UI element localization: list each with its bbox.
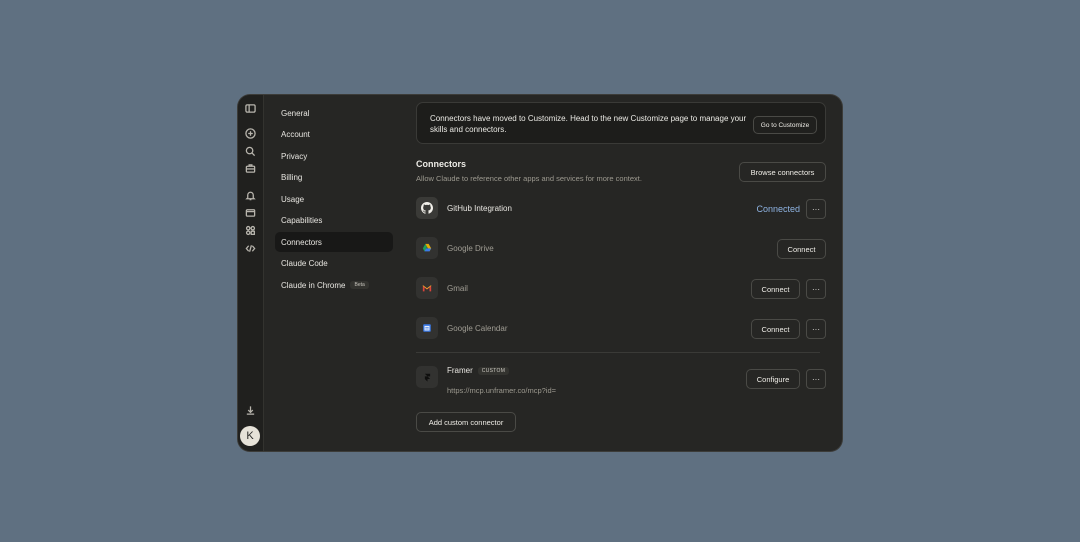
settings-nav: General Account Privacy Billing Usage Ca… (275, 103, 393, 297)
notice-text: Connectors have moved to Customize. Head… (430, 114, 747, 134)
connector-name: Google Drive (447, 244, 494, 253)
connector-row-github: GitHub Integration Connected ··· (416, 197, 826, 221)
avatar[interactable]: K (240, 426, 260, 446)
connector-name-line: Framer CUSTOM (447, 366, 510, 375)
nav-item-label: Claude Code (281, 259, 328, 268)
connector-row-gmail: Gmail Connect ··· (416, 277, 826, 301)
nav-item-billing[interactable]: Billing (275, 168, 393, 188)
code-icon[interactable] (244, 242, 257, 255)
briefcase-icon[interactable] (244, 162, 257, 175)
apps-icon[interactable] (244, 224, 257, 237)
connected-status: Connected (756, 204, 800, 214)
nav-item-privacy[interactable]: Privacy (275, 146, 393, 166)
nav-item-capabilities[interactable]: Capabilities (275, 211, 393, 231)
sidebar-toggle-icon[interactable] (244, 102, 257, 115)
nav-item-usage[interactable]: Usage (275, 189, 393, 209)
nav-item-claude-code[interactable]: Claude Code (275, 254, 393, 274)
nav-item-label: Usage (281, 194, 305, 204)
nav-item-label: Capabilities (281, 216, 323, 225)
divider (416, 352, 820, 353)
more-options-button[interactable]: ··· (806, 369, 826, 389)
search-icon[interactable] (244, 145, 257, 158)
nav-item-account[interactable]: Account (275, 125, 393, 145)
nav-item-general[interactable]: General (275, 103, 393, 123)
bell-icon[interactable] (244, 189, 257, 202)
nav-item-label: Billing (281, 173, 303, 182)
github-icon (416, 197, 438, 219)
connector-row-google-calendar: Google Calendar Connect ··· (416, 317, 826, 341)
customize-notice: Connectors have moved to Customize. Head… (416, 102, 826, 144)
add-custom-connector-button[interactable]: Add custom connector (416, 412, 516, 432)
more-options-button[interactable]: ··· (806, 319, 826, 339)
connector-name: Framer (447, 366, 473, 375)
custom-badge: CUSTOM (477, 366, 510, 375)
settings-window: K General Account Privacy Billing Usage … (238, 95, 842, 451)
connect-button[interactable]: Connect (751, 319, 800, 339)
gmail-icon (416, 277, 438, 299)
connectors-title: Connectors (416, 159, 467, 169)
connector-row-framer: Framer CUSTOM https://mcp.unframer.co/mcp… (416, 366, 826, 395)
framer-icon (416, 366, 438, 388)
icon-rail: K (238, 95, 264, 451)
google-calendar-icon (416, 317, 438, 339)
go-to-customize-button[interactable]: Go to Customize (753, 116, 817, 134)
nav-item-label: Account (281, 130, 310, 139)
beta-badge: Beta (350, 281, 369, 289)
new-chat-icon[interactable] (244, 127, 257, 140)
more-options-button[interactable]: ··· (806, 199, 826, 219)
more-options-button[interactable]: ··· (806, 279, 826, 299)
nav-item-label: Connectors (281, 237, 322, 247)
connector-name: Google Calendar (447, 324, 508, 333)
nav-item-connectors[interactable]: Connectors (275, 232, 393, 252)
nav-item-label: General (281, 108, 310, 118)
connector-url: https://mcp.unframer.co/mcp?id= (447, 386, 557, 395)
connector-name: Gmail (447, 284, 468, 293)
browse-connectors-button[interactable]: Browse connectors (739, 162, 826, 182)
nav-item-label: Privacy (281, 151, 308, 161)
archive-icon[interactable] (244, 206, 257, 219)
download-icon[interactable] (244, 404, 257, 417)
nav-item-label: Claude in Chrome (281, 280, 346, 290)
google-drive-icon (416, 237, 438, 259)
connector-row-google-drive: Google Drive Connect (416, 237, 826, 261)
connector-name: GitHub Integration (447, 204, 512, 213)
connect-button[interactable]: Connect (751, 279, 800, 299)
configure-button[interactable]: Configure (746, 369, 800, 389)
connect-button[interactable]: Connect (777, 239, 826, 259)
connectors-subtitle: Allow Claude to reference other apps and… (416, 174, 642, 183)
nav-item-claude-in-chrome[interactable]: Claude in Chrome Beta (275, 275, 393, 295)
